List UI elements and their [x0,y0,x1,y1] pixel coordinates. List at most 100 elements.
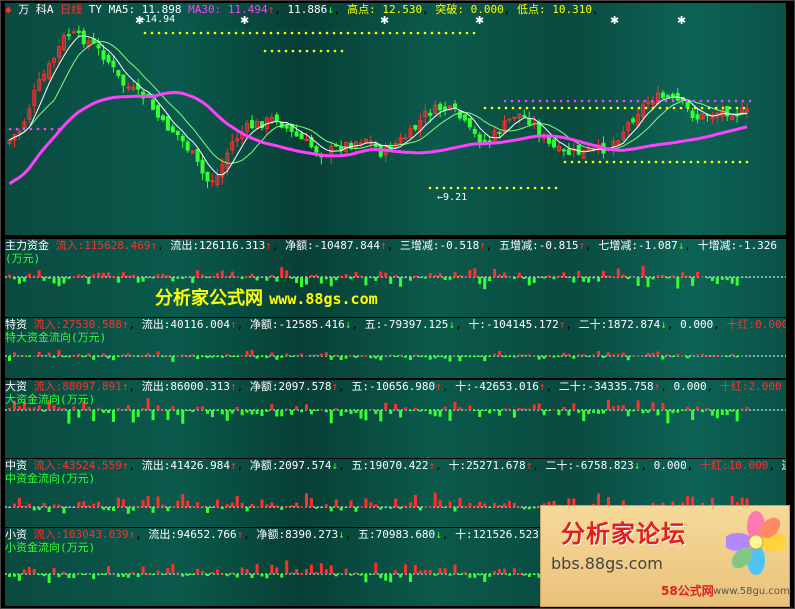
arrow-up-icon: ↑ [150,239,158,252]
panel-teda[interactable]: 特资 流入:27530.588↑, 流出:40116.004↑, 净额:-125… [5,318,786,378]
logo-brand: 58公式网 [661,584,714,598]
price-panel[interactable]: ✱ ✱ ✱ ✱ ✱ ✱ ◆ 万 科A 日线 TY MA5: 11.898 MA30: 11… [5,3,786,235]
flower-icon [726,511,786,575]
stock-name: 万 科A [18,3,54,16]
f1-value: -0.518 [439,239,480,252]
f4-value: 0.000 [653,459,687,472]
arrow-down-icon: ↓ [677,239,685,252]
high-label: 高点: [347,3,376,16]
panel-name: 主力资金 [5,239,49,252]
f3-value: -6758.823 [574,459,634,472]
arrow-down-icon: ↓ [331,459,339,472]
arrow-up-icon: ↑ [331,380,339,393]
in-label: 流入: [33,318,63,331]
panel-name: 大资 [5,380,27,393]
arrow-up-icon: ↑ [428,459,436,472]
f1-label: 三增减: [399,239,440,252]
out-value: 126116.313 [198,239,266,252]
f1-label: 五: [351,459,369,472]
logo-url: bbs.88gs.com [551,554,663,573]
panel-name: 中资 [5,459,27,472]
low-label: 低点: [517,3,546,16]
net-value: -12585.416 [278,318,345,331]
arrow-up-icon: ↑ [128,528,136,541]
ma30-label: MA30: [188,3,222,16]
f5-value: 2.000 [748,380,782,393]
in-value: 27530.588 [62,318,122,331]
f3-label: 二十: [578,318,608,331]
panel-name: 小资 [5,528,27,541]
f3-value: -34335.758 [587,380,654,393]
net-label: 净额: [256,528,286,541]
break-label: 突破: [435,3,464,16]
out-label: 流出: [141,380,171,393]
net-value: 2097.574 [278,459,332,472]
period-label[interactable]: 日线 [60,3,82,16]
panel-name: 特资 [5,318,27,331]
f2-value: 25271.678 [466,459,526,472]
ma5-line [9,35,748,176]
f1-label: 五: [364,318,383,331]
arrow-down-icon: ↓ [448,318,456,331]
arrow-up-icon: ↑ [379,239,387,252]
arrow-up-icon: ↑ [229,318,237,331]
f1-value: -79397.125 [382,318,449,331]
signal-star-icon: ✱ [610,14,619,27]
f1-value: -10656.980 [368,380,436,393]
watermark: 分析家公式网 www.88gs.com [155,284,378,310]
f2-value: -42653.016 [472,380,539,393]
arrow-down-icon: ↓ [344,318,352,331]
f3-value: 1872.874 [607,318,661,331]
forum-logo[interactable]: 分析家论坛 bbs.88gs.com 58公式网 www.58gu.com [540,505,790,607]
flow-bars [8,266,749,290]
net-value: -10487.844 [313,239,380,252]
annotation-high: ←14.94 [139,14,176,25]
flow-bars [8,398,749,424]
f2-label: 十: [455,380,473,393]
in-value: 43524.559 [62,459,122,472]
f2-label: 十: [455,528,473,541]
da-unit: 大资金流向(万元) [5,393,96,406]
arrow-up-icon: ↑ [229,459,237,472]
arrow-up-icon: ↑ [121,380,129,393]
xiao-unit: 小资金流向(万元) [5,541,96,554]
arrow-down-icon: ↓ [633,459,641,472]
f3-label: 二十: [545,459,575,472]
panel-da[interactable]: 大资 流入:88097.891↑, 流出:86000.313↑, 净额:2097… [5,380,786,458]
f5-label: 十红: [700,459,729,472]
out-value: 41426.984 [170,459,230,472]
low-value: 10.310 [552,3,592,16]
arrow-down-icon: ↓ [338,528,345,541]
f2-label: 五增减: [499,239,539,252]
watermark-cn-text: 分析家公式网 [155,288,263,309]
panel-zhuli[interactable]: 主力资金 流入:115628.469↑, 流出:126116.313↑, 净额:… [5,239,786,317]
f4-value: 0.000 [680,318,714,331]
candlesticks [7,25,750,189]
ma10-line [9,40,748,164]
net-value: 8390.273 [285,528,339,541]
in-label: 流入: [33,459,63,472]
in-label: 流入: [33,528,63,541]
out-label: 流出: [170,239,199,252]
arrow-up-icon: ↑ [578,239,586,252]
f6-label: 连续 [782,459,786,472]
teda-unit: 特大资金流向(万元) [5,331,107,344]
price-chart[interactable]: ✱ ✱ ✱ ✱ ✱ ✱ [5,3,786,235]
teda-header: 特资 流入:27530.588↑, 流出:40116.004↑, 净额:-125… [5,318,786,332]
f1-value: 70983.680 [375,528,436,541]
ma30-value: 11.494 [227,3,268,16]
f2-label: 十: [468,318,486,331]
watermark-url-text: www.88gs.com [269,290,378,308]
net-label: 净额: [249,459,279,472]
ma5-label: MA5: [108,3,136,16]
ty-label: TY [88,3,102,16]
f2-value: -104145.172 [485,318,559,331]
net-label: 净额: [249,380,279,393]
in-value: 88097.891 [62,380,122,393]
da-header: 大资 流入:88097.891↑, 流出:86000.313↑, 净额:2097… [5,380,782,393]
net-value: 2097.578 [278,380,332,393]
f3-label: 七增减: [598,239,638,252]
ma-other-value: 11.886 [287,3,328,16]
f1-label: 五: [357,528,376,541]
net-label: 净额: [249,318,279,331]
